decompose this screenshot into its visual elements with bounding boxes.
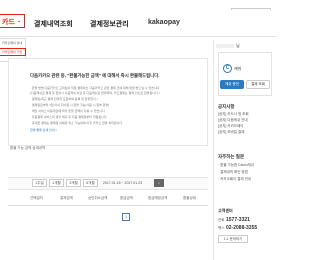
sidebar-notice-item[interactable]: [공지] 카드사 정 조회: [218, 112, 249, 117]
filter-3month-button[interactable]: 3개월: [66, 179, 81, 187]
column-header: 환불상태: [183, 196, 196, 200]
refund-subtitle: 환불 가능 금액 상세내역: [10, 146, 46, 150]
page-number-button[interactable]: 1: [122, 213, 130, 221]
user-suffix: 님: [236, 43, 240, 48]
column-header: 환급금액: [120, 196, 133, 200]
notice-line: · 결제일로부터 7일 이내 미사용 시 환불 가능(사용 시 일부 환불): [30, 103, 110, 107]
column-header: 선택일자: [30, 196, 43, 200]
fax-label: 팩스: [218, 226, 225, 230]
cs-title: 고객센터: [218, 208, 233, 213]
phone-label: 전화: [218, 218, 225, 222]
cash-label: 캐쉬: [234, 66, 242, 71]
search-button[interactable]: ⌕: [154, 179, 164, 187]
notice-line: · 결제월(최근 결제 전까지 포함하여 등록 및 환불한다.): [30, 97, 98, 101]
notice-detail-link[interactable]: 환불/결제 상세 안내 >: [30, 128, 57, 132]
tab-kakaopay[interactable]: kakaopay: [148, 19, 180, 26]
notice-line: · 환불 방법 다음카카오 고객님의 직접 결제하신 다음카카오 관련 결제 건…: [30, 86, 161, 90]
one-to-one-inquiry-button[interactable]: 1:1 문의하기: [218, 235, 248, 243]
search-icon: ⌕: [158, 181, 160, 185]
nav-divider: [0, 36, 276, 37]
dropdown-item-guide[interactable]: 카카오페이 안내: [2, 41, 22, 45]
date-range-input[interactable]: 2017.01.16 ~ 2017.01.23: [103, 181, 142, 186]
column-header: 승인취소금액: [88, 196, 108, 200]
notice-title: 공지사항: [218, 104, 235, 109]
tab-card-label: 카드: [2, 19, 15, 26]
filter-1week-button[interactable]: 1주일: [32, 179, 47, 187]
column-header: 결제금액: [60, 196, 73, 200]
notice-line: · 해당 서비스 이용약관에 따라 환불 금액이 다를 수 있습니다.: [30, 109, 106, 113]
table-divider: [8, 205, 208, 206]
faq-title: 자주하는 질문: [218, 154, 245, 159]
filter-1month-button[interactable]: 1개월: [49, 179, 64, 187]
sidebar-notice-item[interactable]: [공지] 모바일 결제: [218, 130, 244, 135]
tab-payment-history[interactable]: 결제내역조회: [34, 19, 73, 29]
sidebar-faq-item[interactable]: · 카카오페이 결제 안내: [218, 177, 251, 182]
user-name-blurred: [216, 44, 234, 48]
cash-history-button[interactable]: 결제 조회: [246, 80, 270, 89]
dropdown-item-signup[interactable]: 카카오페이 가입: [2, 50, 22, 54]
column-header: 환급예정금액: [148, 196, 168, 200]
notice-headline: 다음카카오 관련 등, "환불가능한 금액" 에 대해서 즉시 환불해드립니다.: [30, 73, 160, 78]
filter-6month-button[interactable]: 6개월: [83, 179, 98, 187]
cash-badge-icon: C: [223, 64, 232, 73]
notice-box: [8, 58, 208, 146]
notice-line: · 자동결제 서비스의 경우 해지 후 다음 결제일부터 적용됩니다.: [30, 115, 108, 119]
sidebar-notice-item[interactable]: [공지] 다음캐쉬 안내: [218, 118, 248, 123]
phone-number: 1577-3321: [226, 217, 250, 223]
fax-number: 02-2088-3355: [226, 225, 258, 231]
notice-line: (다음캐쉬로 결제 후 환불시 다음캐쉬 차감 후 다음캐쉬로 환불되며, 카드…: [30, 91, 160, 95]
tab-payment-info[interactable]: 결제정보관리: [90, 19, 129, 29]
sidebar-faq-item[interactable]: · 환불 가능한 Daum캐쉬: [218, 163, 254, 168]
tab-card-active[interactable]: 카드 ⌄: [0, 14, 25, 28]
sidebar-notice-item[interactable]: [공지] 카카오페이: [218, 124, 243, 129]
sidebar-faq-item[interactable]: · 결제내역 확인 방법: [218, 170, 248, 175]
cash-charge-button[interactable]: 캐쉬 충전: [220, 80, 244, 89]
chevron-down-icon: ⌄: [17, 18, 22, 24]
cash-card: [218, 52, 272, 96]
notice-line: · 휴대폰 결제는 결제월 내에만 취소 가능하며 이후 카카오 환불 처리됩니…: [30, 121, 123, 125]
